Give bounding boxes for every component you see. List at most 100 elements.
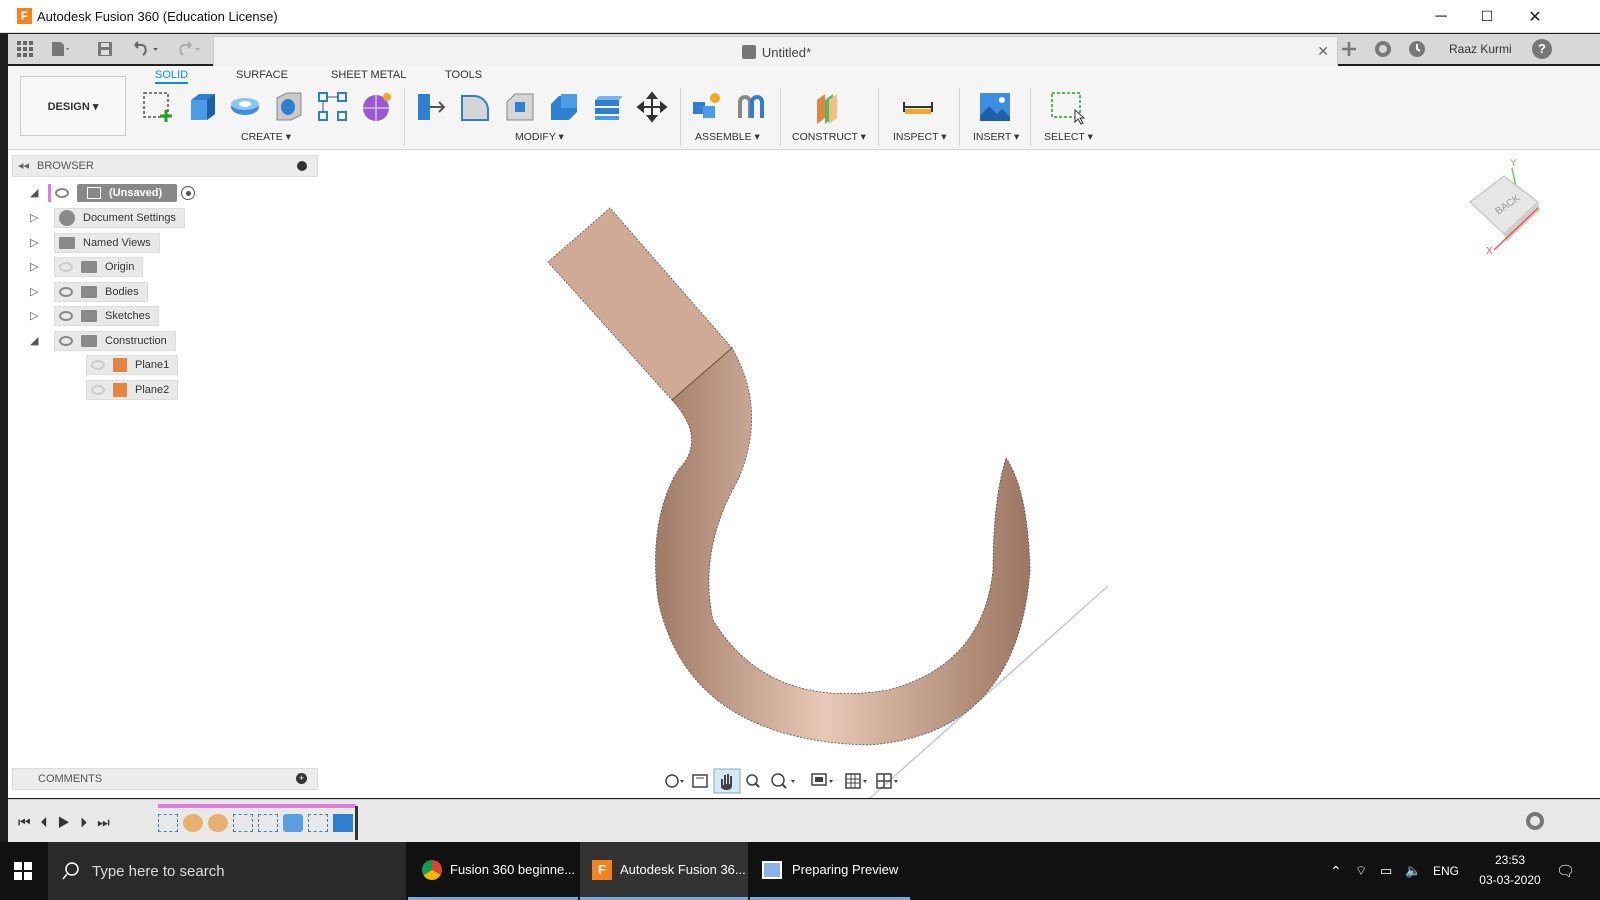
new-component-icon[interactable] <box>689 90 723 124</box>
timeline-sketch-icon[interactable] <box>258 814 278 832</box>
browser-item-plane1[interactable]: Plane1 <box>30 355 320 375</box>
hole-icon[interactable] <box>273 90 307 124</box>
redo-icon[interactable] <box>172 39 204 59</box>
extrude-icon[interactable] <box>185 90 219 124</box>
new-tab-plus-icon[interactable] <box>1338 39 1360 59</box>
play-icon[interactable]: ▶ <box>58 814 81 830</box>
visibility-eye-icon[interactable] <box>59 311 73 321</box>
expand-triangle-icon[interactable]: ▷ <box>30 212 42 224</box>
construct-menu[interactable]: CONSTRUCT ▾ <box>792 131 866 143</box>
show-hidden-icons-chevron-icon[interactable]: ⌃ <box>1330 842 1342 900</box>
browser-item-sketches[interactable]: ▷ Sketches <box>30 306 320 326</box>
expand-triangle-icon[interactable]: ▷ <box>30 286 42 298</box>
fillet-icon[interactable] <box>458 90 492 124</box>
browser-item-origin[interactable]: ▷ Origin <box>30 257 320 277</box>
timeline-sketch-icon[interactable] <box>233 814 253 832</box>
comments-panel-header[interactable]: COMMENTS + <box>12 768 318 790</box>
maximize-button[interactable]: ☐ <box>1464 0 1510 33</box>
taskbar-app-chrome[interactable]: Fusion 360 beginne... <box>408 842 578 900</box>
system-clock[interactable]: 23:53 03-03-2020 <box>1475 850 1545 890</box>
taskbar-app-preview[interactable]: Preparing Preview <box>750 842 910 900</box>
file-menu-icon[interactable] <box>50 39 72 59</box>
visibility-eye-icon[interactable] <box>55 188 69 198</box>
insert-menu[interactable]: INSERT ▾ <box>973 131 1019 143</box>
timeline-marker[interactable] <box>355 806 358 840</box>
create-menu[interactable]: CREATE ▾ <box>241 131 291 143</box>
workspace-switcher[interactable]: DESIGN ▾ <box>20 76 126 136</box>
step-forward-icon[interactable]: ⏵ <box>80 814 97 830</box>
revolve-icon[interactable] <box>228 90 262 124</box>
hidden-eye-icon[interactable] <box>91 360 105 370</box>
modify-menu[interactable]: MODIFY ▾ <box>515 131 564 143</box>
browser-item-document-settings[interactable]: ▷ Document Settings <box>30 208 320 228</box>
tab-solid[interactable]: SOLID <box>155 69 189 84</box>
language-indicator[interactable]: ENG <box>1433 842 1459 900</box>
go-to-end-icon[interactable]: ⏭ <box>97 814 120 830</box>
browser-minimize-icon[interactable] <box>297 161 307 171</box>
go-to-start-icon[interactable]: ⏮ <box>18 814 41 830</box>
joint-icon[interactable] <box>734 90 768 124</box>
timeline-loft-icon[interactable] <box>283 814 303 832</box>
windows-start-icon[interactable] <box>14 842 36 900</box>
browser-root-row[interactable]: ◢ (Unsaved) <box>30 183 320 203</box>
tab-tools[interactable]: TOOLS <box>445 69 482 81</box>
expand-triangle-icon[interactable]: ▷ <box>30 310 42 322</box>
combine-icon[interactable] <box>591 90 625 124</box>
expand-triangle-icon[interactable]: ▷ <box>30 261 42 273</box>
browser-panel-header[interactable]: ◂◂ BROWSER <box>12 155 318 177</box>
extensions-icon[interactable] <box>1372 39 1394 59</box>
close-tab-icon[interactable]: ✕ <box>1317 43 1329 60</box>
tab-sheet-metal[interactable]: SHEET METAL <box>331 69 406 81</box>
job-status-clock-icon[interactable] <box>1406 39 1428 59</box>
hidden-eye-icon[interactable] <box>91 384 105 395</box>
activate-component-icon[interactable] <box>181 186 195 200</box>
data-panel-grid-icon[interactable] <box>14 39 36 59</box>
user-account-name[interactable]: Raaz Kurmi <box>1449 42 1512 56</box>
window-select-icon[interactable] <box>1049 90 1086 125</box>
visibility-eye-icon[interactable] <box>59 286 73 297</box>
collapse-browser-icon[interactable]: ◂◂ <box>18 159 29 172</box>
browser-item-bodies[interactable]: ▷ Bodies <box>30 281 320 302</box>
browser-item-construction[interactable]: ◢ Construction <box>30 330 320 351</box>
add-comment-icon[interactable]: + <box>296 773 307 784</box>
timeline-sweep-icon[interactable] <box>183 814 203 832</box>
select-menu[interactable]: SELECT ▾ <box>1044 131 1093 143</box>
document-tab[interactable]: Untitled* ✕ <box>213 36 1338 66</box>
view-cube[interactable]: Y BACK X <box>1466 158 1546 258</box>
visibility-eye-icon[interactable] <box>59 335 73 346</box>
minimize-button[interactable]: ─ <box>1418 0 1464 33</box>
volume-icon[interactable]: 🔈 <box>1405 842 1421 900</box>
taskbar-app-fusion[interactable]: F Autodesk Fusion 36... <box>580 842 748 900</box>
hidden-eye-icon[interactable] <box>59 262 73 272</box>
offset-plane-icon[interactable] <box>811 90 845 124</box>
assemble-menu[interactable]: ASSEMBLE ▾ <box>695 131 760 143</box>
timeline-sketch-icon[interactable] <box>308 814 328 832</box>
timeline-sketch-icon[interactable] <box>158 814 178 832</box>
wifi-icon[interactable]: ⌔ <box>1355 842 1367 900</box>
move-copy-icon[interactable] <box>635 90 669 124</box>
press-pull-icon[interactable] <box>414 90 448 124</box>
create-sketch-icon[interactable] <box>141 90 175 124</box>
timeline-settings-gear-icon[interactable] <box>1526 812 1544 830</box>
undo-icon[interactable] <box>130 39 162 59</box>
save-icon[interactable] <box>94 39 116 59</box>
insert-image-icon[interactable] <box>978 90 1012 124</box>
collapse-triangle-icon[interactable]: ◢ <box>30 187 42 199</box>
inspect-menu[interactable]: INSPECT ▾ <box>893 131 947 143</box>
timeline-sweep-icon[interactable] <box>208 814 228 832</box>
notifications-icon[interactable]: 🗨 <box>1556 842 1575 900</box>
battery-icon[interactable]: ▭ <box>1380 842 1392 900</box>
create-form-icon[interactable] <box>360 90 394 124</box>
pattern-icon[interactable] <box>316 90 350 124</box>
tab-surface[interactable]: SURFACE <box>236 69 288 81</box>
chamfer-icon[interactable] <box>503 90 537 124</box>
close-window-button[interactable]: ✕ <box>1512 0 1558 33</box>
measure-icon[interactable] <box>901 90 935 124</box>
expand-triangle-icon[interactable]: ▷ <box>30 237 42 249</box>
step-back-icon[interactable]: ⏴ <box>41 814 58 830</box>
help-icon[interactable]: ? <box>1532 39 1552 59</box>
browser-item-plane2[interactable]: Plane2 <box>30 379 320 400</box>
browser-item-named-views[interactable]: ▷ Named Views <box>30 232 320 253</box>
shell-icon[interactable] <box>547 90 581 124</box>
collapse-triangle-icon[interactable]: ◢ <box>30 335 42 347</box>
